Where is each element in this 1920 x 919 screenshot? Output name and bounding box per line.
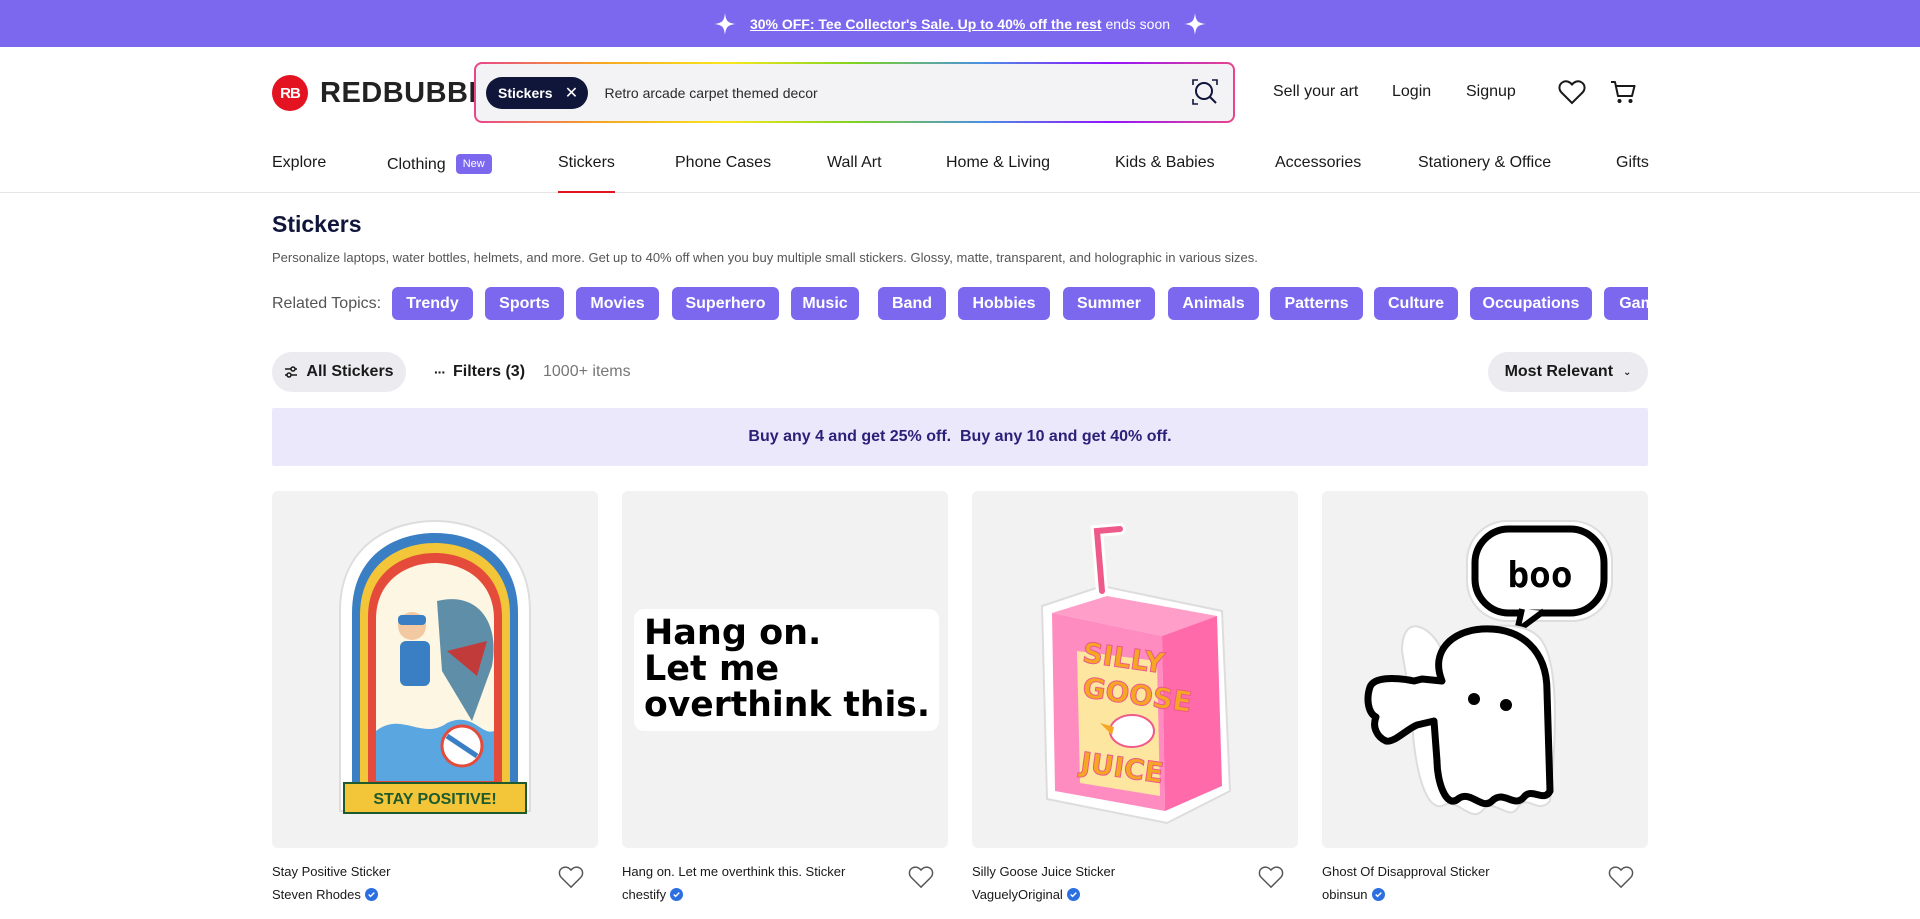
favorite-heart-icon[interactable] [908, 865, 934, 889]
filters-row: All Stickers ··· Filters (3) 1000+ items… [272, 352, 1648, 392]
category-chip-label: Stickers [498, 84, 553, 101]
nav-kids-babies[interactable]: Kids & Babies [1115, 154, 1215, 172]
topic-chip[interactable]: Music [791, 287, 859, 320]
product-artist[interactable]: VaguelyOriginal [972, 887, 1080, 902]
promo-suffix: ends soon [1105, 15, 1171, 32]
nav-stationery-office[interactable]: Stationery & Office [1418, 154, 1551, 172]
product-image[interactable]: Hang on. Let me overthink this. [622, 491, 948, 848]
favorite-heart-icon[interactable] [1258, 865, 1284, 889]
product-artist[interactable]: chestify [622, 887, 684, 902]
site-header: RB REDBUBBLE Stickers ✕ Retro arcade car… [0, 47, 1920, 137]
sticker-word-boo: boo [1507, 555, 1572, 596]
sparkle-icon [713, 12, 736, 35]
topic-chip[interactable]: Movies [576, 287, 659, 320]
nav-gifts[interactable]: Gifts [1616, 154, 1649, 172]
page-title: Stickers [272, 211, 362, 237]
nav-stickers[interactable]: Stickers [558, 154, 615, 193]
topic-chip[interactable]: Trendy [392, 287, 473, 320]
nav-home-living[interactable]: Home & Living [946, 154, 1050, 172]
artist-name: obinsun [1322, 887, 1368, 902]
topic-chip[interactable]: Culture [1374, 287, 1458, 320]
topic-chip[interactable]: Hobbies [958, 287, 1050, 320]
more-dots-icon: ··· [434, 364, 446, 380]
visual-search-icon[interactable] [1191, 78, 1219, 106]
logo-mark: RB [272, 75, 308, 111]
topic-chip[interactable]: Superhero [672, 287, 779, 320]
category-chip[interactable]: Stickers ✕ [486, 76, 589, 109]
deal-text: Buy any 4 and get 25% off. Buy any 10 an… [748, 428, 1172, 445]
sort-dropdown[interactable]: Most Relevant ⌄ [1488, 352, 1648, 392]
artist-name: chestify [622, 887, 667, 902]
artist-name: Steven Rhodes [272, 887, 361, 902]
promo-link[interactable]: 30% OFF: Tee Collector's Sale. Up to 40%… [750, 16, 1102, 32]
filters-button[interactable]: ··· Filters (3) [434, 352, 525, 392]
related-topics-label: Related Topics: [272, 295, 382, 312]
product-image[interactable]: SILLY GOOSE JUICE [972, 491, 1298, 848]
sliders-icon [285, 366, 298, 378]
all-stickers-label: All Stickers [306, 363, 394, 380]
cart-icon[interactable] [1609, 79, 1637, 105]
product-card[interactable]: SILLY GOOSE JUICE Silly Goose Juice Stic… [972, 491, 1298, 902]
sticker-line-1: Hang on. [644, 613, 821, 653]
topic-chip[interactable]: Summer [1063, 287, 1155, 320]
product-title[interactable]: Silly Goose Juice Sticker [972, 864, 1115, 879]
nav-wall-art[interactable]: Wall Art [827, 154, 882, 172]
topic-chip[interactable]: Band [878, 287, 946, 320]
page-description: Personalize laptops, water bottles, helm… [272, 250, 1258, 265]
promo-banner: 30% OFF: Tee Collector's Sale. Up to 40%… [0, 0, 1920, 47]
sparkle-icon [1184, 12, 1207, 35]
product-card[interactable]: boo Ghost Of Disapproval Sticker obinsun [1322, 491, 1648, 902]
sticker-banner-text: STAY POSITIVE! [373, 791, 496, 808]
chevron-down-icon: ⌄ [1623, 366, 1632, 378]
product-title[interactable]: Stay Positive Sticker [272, 864, 391, 879]
nav-explore[interactable]: Explore [272, 154, 326, 172]
nav-clothing-label: Clothing [387, 156, 446, 173]
stay-positive-sticker-art: STAY POSITIVE! [339, 519, 531, 814]
sticker-line-2: Let me [644, 649, 779, 689]
new-badge: New [455, 154, 492, 174]
topic-chip[interactable]: Gaming [1604, 287, 1648, 320]
verified-badge-icon [670, 888, 684, 901]
nav-accessories[interactable]: Accessories [1275, 154, 1361, 172]
login-link[interactable]: Login [1392, 83, 1431, 101]
topic-chip[interactable]: Animals [1168, 287, 1259, 320]
product-image[interactable]: boo [1322, 491, 1648, 848]
product-artist[interactable]: obinsun [1322, 887, 1385, 902]
multi-buy-deal-banner: Buy any 4 and get 25% off. Buy any 10 an… [272, 408, 1648, 466]
search-bar[interactable]: Stickers ✕ Retro arcade carpet themed de… [474, 62, 1235, 123]
verified-badge-icon [364, 888, 378, 901]
product-card[interactable]: Hang on. Let me overthink this. Hang on.… [622, 491, 948, 902]
favorite-heart-icon[interactable] [558, 865, 584, 889]
sticker-line-3: overthink this. [644, 685, 930, 725]
topic-chip[interactable]: Patterns [1270, 287, 1363, 320]
sell-your-art-link[interactable]: Sell your art [1273, 83, 1358, 101]
all-stickers-button[interactable]: All Stickers [272, 352, 406, 392]
ghost-sticker-art: boo [1364, 520, 1613, 816]
filters-label: Filters (3) [453, 363, 526, 380]
favorite-heart-icon[interactable] [1608, 865, 1634, 889]
verified-badge-icon [1066, 888, 1080, 901]
sort-label: Most Relevant [1504, 363, 1614, 380]
search-input[interactable]: Retro arcade carpet themed decor [604, 85, 817, 101]
related-topics-list: Trendy Sports Movies Superhero Music Ban… [392, 287, 1648, 321]
signup-link[interactable]: Signup [1466, 83, 1516, 101]
favorites-heart-icon[interactable] [1558, 79, 1586, 105]
product-artist[interactable]: Steven Rhodes [272, 887, 378, 902]
silly-goose-juice-sticker-art: SILLY GOOSE JUICE [1040, 523, 1232, 825]
nav-phone-cases[interactable]: Phone Cases [675, 154, 771, 172]
items-count: 1000+ items [543, 363, 631, 380]
topic-chip[interactable]: Sports [485, 287, 564, 320]
product-title[interactable]: Hang on. Let me overthink this. Sticker [622, 864, 845, 879]
product-card[interactable]: STAY POSITIVE! Stay Positive Sticker Ste… [272, 491, 598, 902]
product-image[interactable]: STAY POSITIVE! [272, 491, 598, 848]
product-title[interactable]: Ghost Of Disapproval Sticker [1322, 864, 1490, 879]
category-nav: Explore Clothing New Stickers Phone Cases… [0, 137, 1920, 193]
nav-clothing[interactable]: Clothing New [387, 154, 492, 174]
verified-badge-icon [1371, 888, 1385, 901]
close-icon[interactable]: ✕ [562, 84, 580, 102]
overthink-sticker-art: Hang on. Let me overthink this. [634, 609, 939, 731]
topic-chip[interactable]: Occupations [1470, 287, 1592, 320]
redbubble-logo[interactable]: RB REDBUBBLE [272, 75, 507, 111]
artist-name: VaguelyOriginal [972, 887, 1063, 902]
